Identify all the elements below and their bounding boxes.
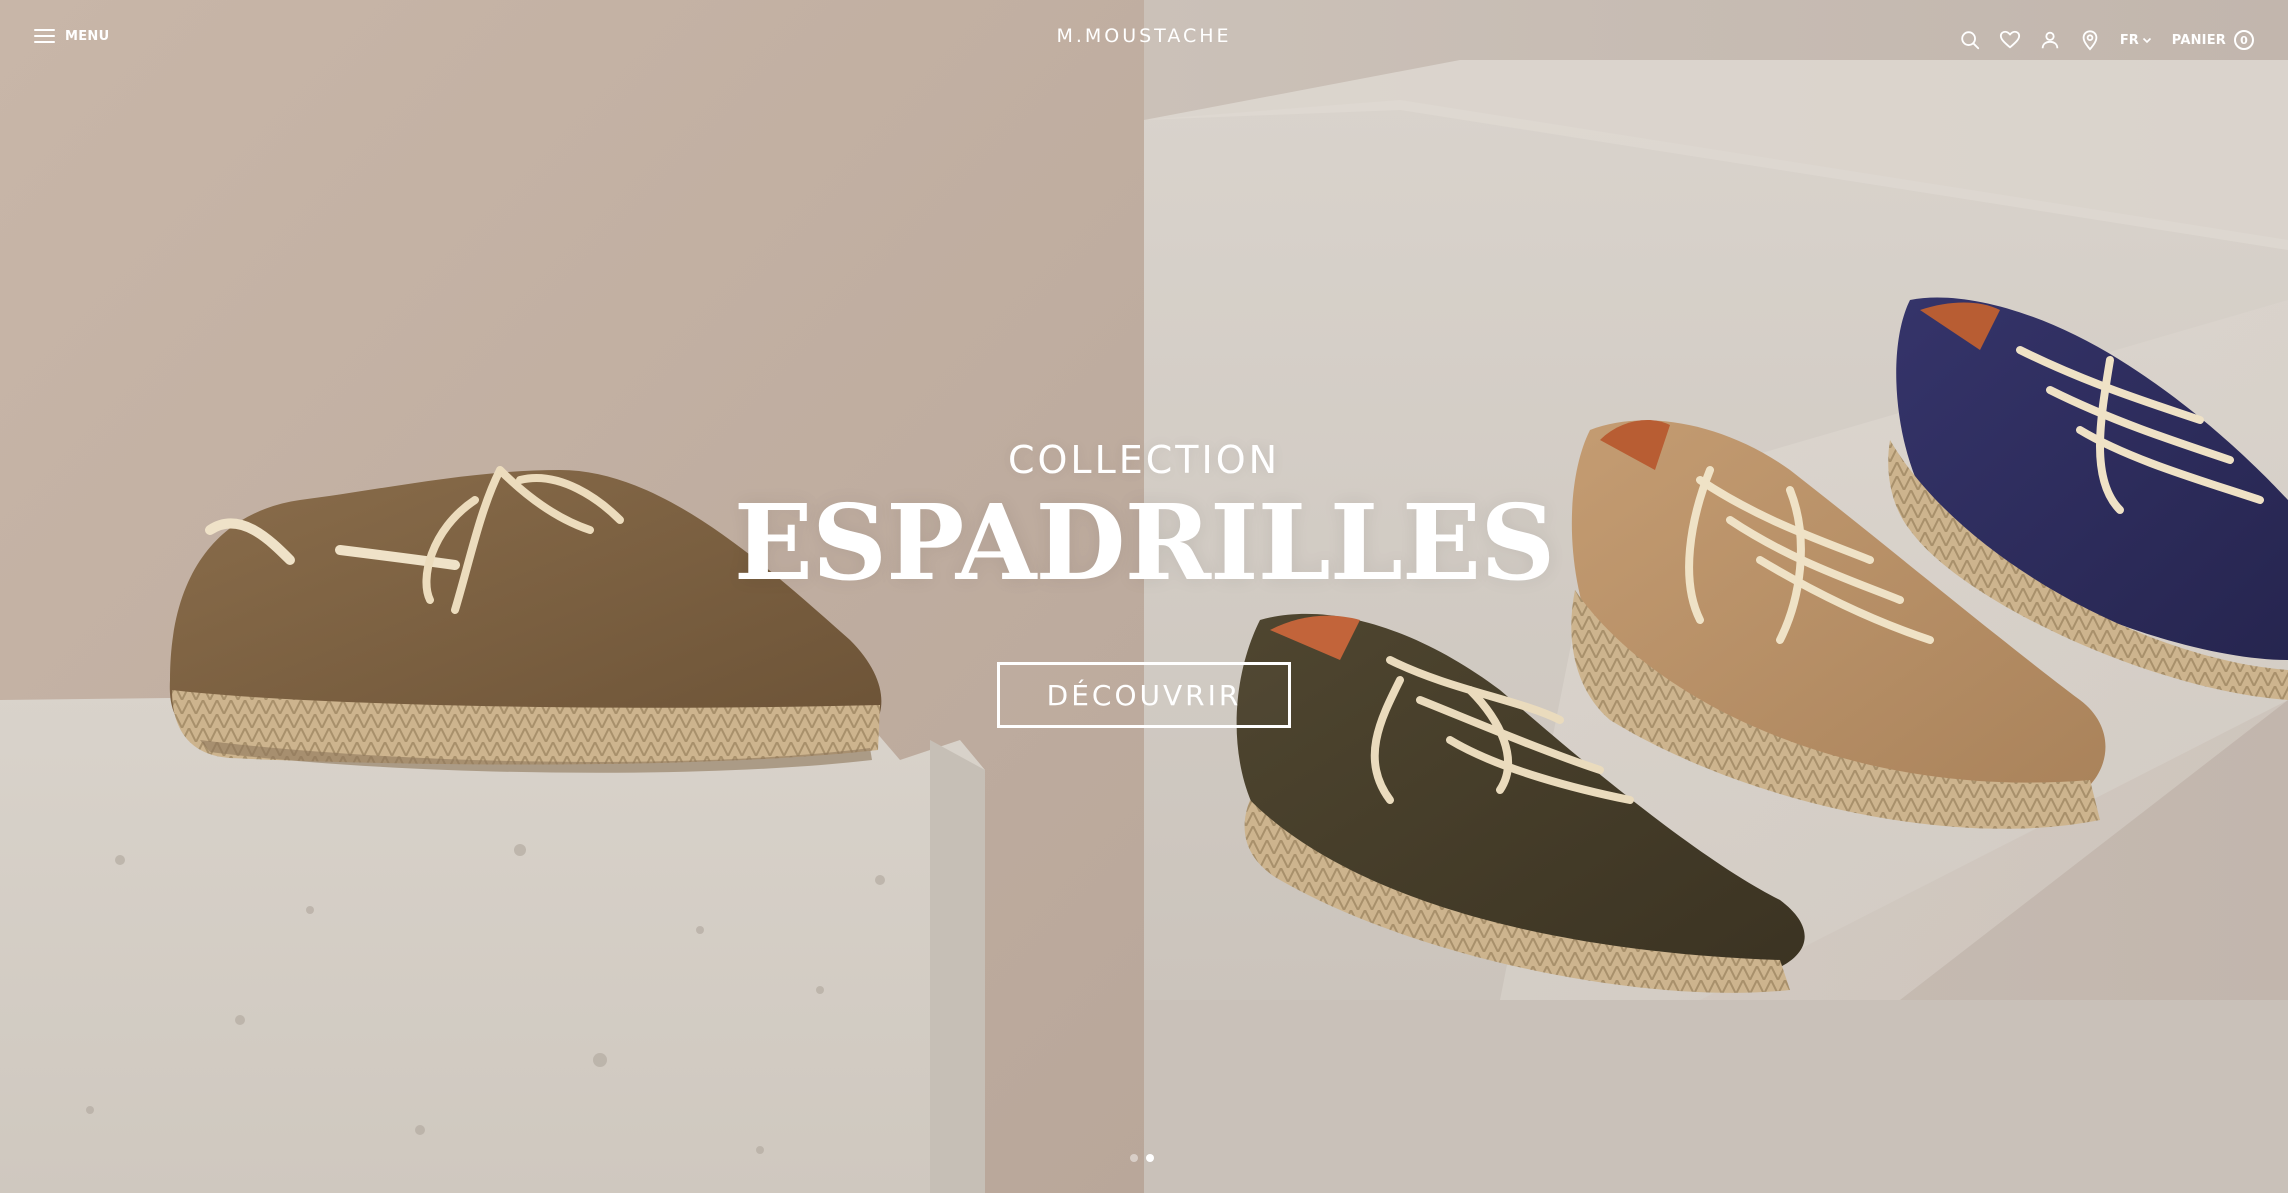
cart-label: PANIER: [2171, 32, 2226, 48]
brand-logo[interactable]: M.MOUSTACHE: [1054, 25, 1234, 47]
language-selector[interactable]: FR: [2120, 33, 2152, 48]
hero-headline: ESPADRILLES: [733, 481, 1556, 604]
cart-count-badge: 0: [2234, 30, 2254, 50]
menu-button[interactable]: MENU: [34, 28, 109, 44]
user-icon[interactable]: [2038, 28, 2062, 52]
language-label: FR: [2119, 32, 2139, 48]
location-pin-icon[interactable]: [2078, 28, 2102, 52]
menu-label: MENU: [65, 28, 110, 44]
header-tools: FR PANIER 0: [1958, 24, 2254, 56]
hamburger-icon: [34, 28, 55, 44]
chevron-down-icon: [2142, 37, 2151, 44]
discover-button[interactable]: DÉCOUVRIR: [997, 662, 1291, 728]
hero-kicker: COLLECTION: [1007, 438, 1281, 482]
slider-pagination: [1130, 1154, 1154, 1162]
heart-icon[interactable]: [1998, 28, 2022, 52]
search-icon[interactable]: [1958, 28, 1982, 52]
slide-dot[interactable]: [1130, 1154, 1138, 1162]
site-header: MENU M.MOUSTACHE FR PANIER 0: [0, 0, 2288, 80]
cart-button[interactable]: PANIER 0: [2172, 30, 2254, 50]
slide-dot-active[interactable]: [1146, 1154, 1154, 1162]
